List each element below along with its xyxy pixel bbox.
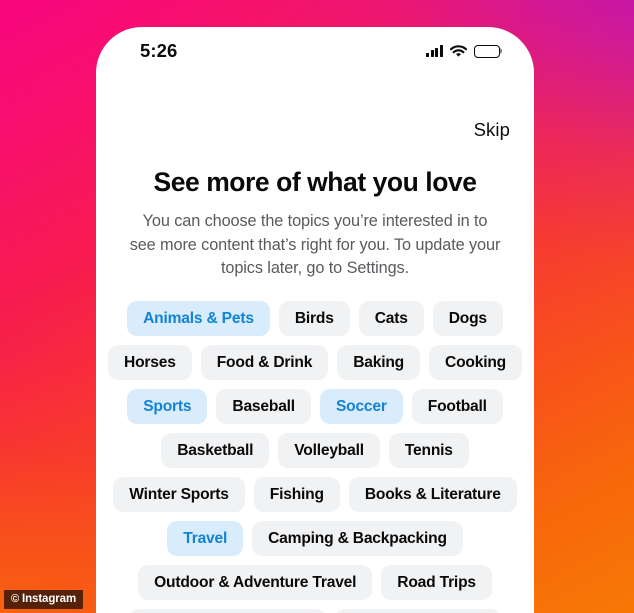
copyright-icon: © bbox=[11, 592, 20, 605]
topic-chip[interactable]: Road Trips bbox=[381, 565, 492, 600]
topic-chip[interactable]: Travel bbox=[167, 521, 244, 556]
topic-chip[interactable]: Soccer bbox=[319, 389, 403, 424]
status-bar: 5:26 bbox=[96, 27, 534, 75]
phone-screen: 5:26 Skip See more of what you love You … bbox=[96, 27, 534, 613]
topic-chip[interactable]: Camping & Backpacking bbox=[252, 521, 463, 556]
page-title: See more of what you love bbox=[153, 167, 477, 197]
topic-chip[interactable]: Volleyball bbox=[278, 433, 380, 468]
topic-chip[interactable]: Computer Science bbox=[335, 609, 501, 613]
topic-chip-row: Travel Camping & Backpacking bbox=[110, 521, 520, 556]
cellular-signal-icon bbox=[425, 45, 443, 57]
topic-chip[interactable]: Baseball bbox=[216, 389, 311, 424]
topic-chip[interactable]: Winter Sports bbox=[113, 477, 245, 512]
skip-row: Skip bbox=[468, 119, 516, 141]
status-bar-icons bbox=[425, 44, 500, 58]
skip-button[interactable]: Skip bbox=[468, 115, 516, 144]
topic-chip[interactable]: Baking bbox=[337, 345, 421, 380]
topic-chip-row: Horses Food & Drink Baking Cooking bbox=[108, 345, 522, 380]
topic-chip-grid: Animals & Pets Birds Cats Dogs Horses Food & … bbox=[96, 301, 534, 613]
topic-chip[interactable]: Tennis bbox=[388, 433, 469, 468]
topic-chip[interactable]: Dogs bbox=[432, 301, 503, 336]
topic-chip-row: Outdoor & Adventure Travel Road Trips bbox=[110, 565, 520, 600]
topic-chip[interactable]: Fishing bbox=[253, 477, 340, 512]
topic-chip[interactable]: Horses bbox=[108, 345, 192, 380]
topic-chip-row: Winter Sports Fishing Books & Literature bbox=[110, 477, 520, 512]
heading-block: See more of what you love You can choose… bbox=[96, 167, 534, 280]
topic-chip[interactable]: Sports bbox=[127, 389, 208, 424]
topic-chip[interactable]: Outdoor & Adventure Travel bbox=[138, 565, 373, 600]
topic-chip[interactable]: Birds bbox=[278, 301, 350, 336]
topic-chip-row: Basketball Volleyball Tennis bbox=[110, 433, 520, 468]
topic-chip[interactable]: Cats bbox=[358, 301, 424, 336]
topic-chip[interactable]: Football bbox=[411, 389, 503, 424]
topic-chip-row: Sports Baseball Soccer Football bbox=[110, 389, 520, 424]
topic-chip[interactable]: Books & Literature bbox=[348, 477, 517, 512]
screenshot-stage: 5:26 Skip See more of what you love You … bbox=[0, 0, 634, 613]
battery-full-icon bbox=[474, 44, 500, 58]
image-credit-label: Instagram bbox=[22, 593, 77, 605]
topic-chip-row: Animals & Pets Birds Cats Dogs bbox=[110, 301, 520, 336]
topic-chip[interactable]: Basketball bbox=[161, 433, 270, 468]
topic-chip-row: Science & Engineering Computer Science bbox=[110, 609, 520, 613]
status-bar-clock: 5:26 bbox=[140, 40, 178, 61]
image-credit-badge: © Instagram bbox=[4, 590, 84, 609]
topic-chip[interactable]: Food & Drink bbox=[200, 345, 329, 380]
topic-chip[interactable]: Science & Engineering bbox=[129, 609, 327, 613]
page-subtitle: You can choose the topics you’re interes… bbox=[129, 212, 501, 277]
topic-chip[interactable]: Animals & Pets bbox=[127, 301, 270, 336]
wifi-icon bbox=[450, 44, 467, 58]
topic-chip[interactable]: Cooking bbox=[429, 345, 522, 380]
